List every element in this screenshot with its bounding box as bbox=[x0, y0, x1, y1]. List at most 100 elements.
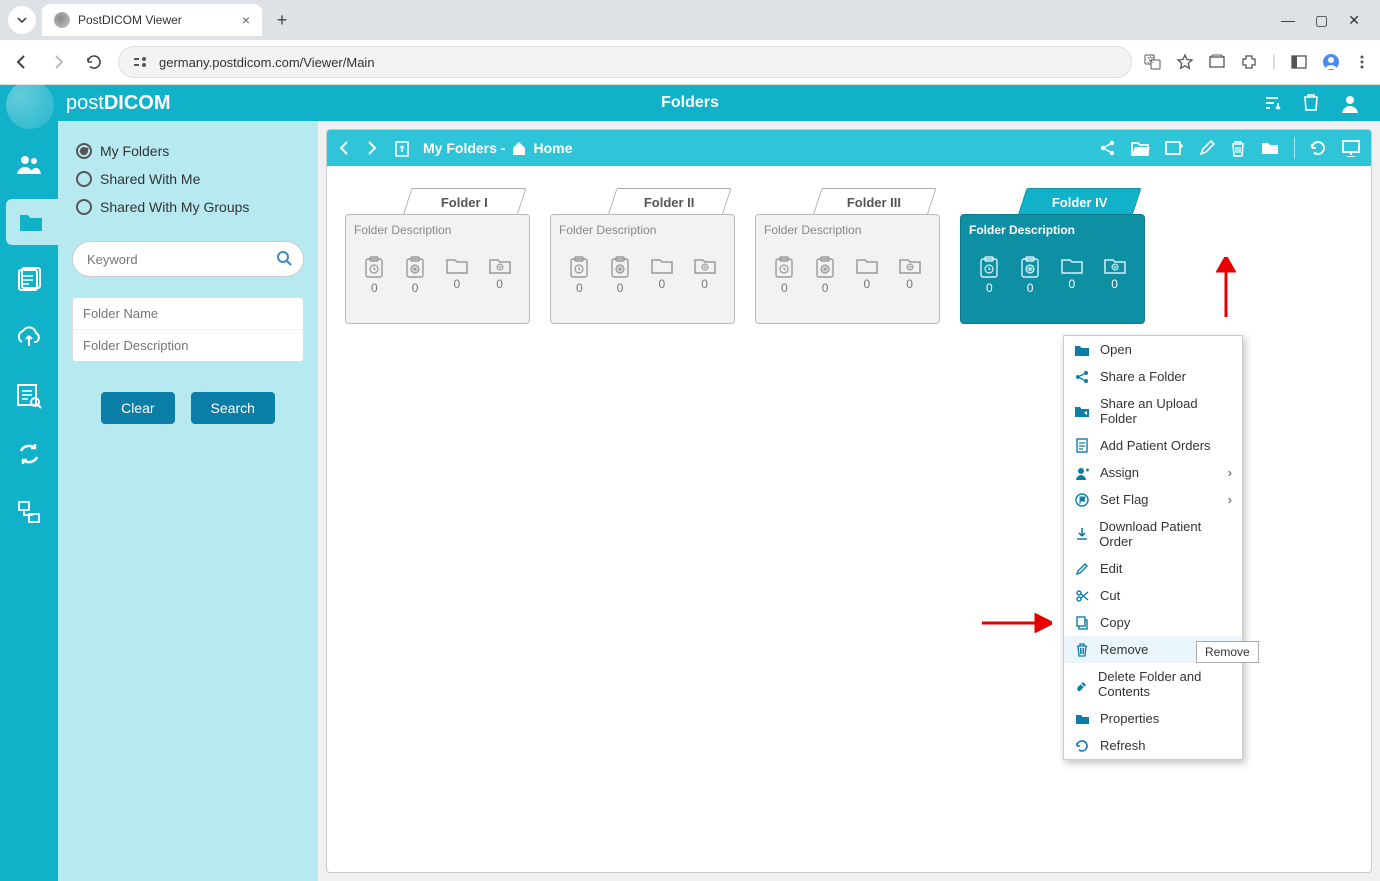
folder-stat: 0 bbox=[814, 255, 836, 295]
context-menu-label: Edit bbox=[1100, 561, 1122, 576]
radio-shared-with-groups[interactable]: Shared With My Groups bbox=[72, 193, 304, 221]
folder-stat: 0 bbox=[1103, 255, 1127, 295]
page-title: Folders bbox=[661, 94, 719, 112]
radio-my-folders[interactable]: My Folders bbox=[72, 137, 304, 165]
url-input[interactable]: germany.postdicom.com/Viewer/Main bbox=[118, 46, 1132, 78]
translate-icon[interactable]: 文 bbox=[1144, 53, 1162, 71]
breadcrumb-home[interactable]: Home bbox=[533, 140, 572, 156]
context-menu-item[interactable]: Open bbox=[1064, 336, 1242, 363]
address-bar: germany.postdicom.com/Viewer/Main 文 | bbox=[0, 40, 1380, 84]
folder-stat: 0 bbox=[1019, 255, 1041, 295]
folder-stat: 0 bbox=[568, 255, 590, 295]
breadcrumb: My Folders - Home bbox=[423, 140, 572, 156]
menu-icon[interactable] bbox=[1354, 54, 1370, 70]
tab-close-button[interactable]: × bbox=[242, 12, 250, 28]
user-icon[interactable] bbox=[1340, 93, 1360, 113]
user-icon bbox=[1074, 466, 1090, 480]
maximize-button[interactable]: ▢ bbox=[1315, 12, 1328, 29]
url-text: germany.postdicom.com/Viewer/Main bbox=[159, 55, 375, 70]
rail-sync[interactable] bbox=[6, 431, 52, 477]
site-settings-icon bbox=[133, 55, 149, 69]
reload-button[interactable] bbox=[82, 50, 106, 74]
context-menu-item[interactable]: Refresh bbox=[1064, 732, 1242, 759]
folder-solid-icon bbox=[1074, 713, 1090, 725]
sort-icon[interactable] bbox=[1262, 93, 1282, 113]
context-menu-item[interactable]: Share an Upload Folder bbox=[1064, 390, 1242, 432]
tab-list-dropdown[interactable] bbox=[8, 6, 36, 34]
share-icon[interactable] bbox=[1098, 139, 1116, 157]
rail-upload[interactable] bbox=[6, 315, 52, 361]
context-menu-item[interactable]: Download Patient Order bbox=[1064, 513, 1242, 555]
new-folder-icon[interactable] bbox=[1164, 139, 1184, 157]
context-menu-item[interactable]: Copy bbox=[1064, 609, 1242, 636]
folder-card[interactable]: Folder IV Folder Description 0000 bbox=[960, 184, 1145, 324]
tab-title: PostDICOM Viewer bbox=[78, 13, 182, 27]
browser-tab[interactable]: PostDICOM Viewer × bbox=[42, 4, 262, 36]
presentation-icon[interactable] bbox=[1341, 139, 1361, 157]
folder-stat: 0 bbox=[488, 255, 512, 295]
delete-trash-icon[interactable] bbox=[1230, 139, 1246, 157]
context-menu-label: Set Flag bbox=[1100, 492, 1148, 507]
folder-card[interactable]: Folder II Folder Description 0000 bbox=[550, 184, 735, 324]
folder-card[interactable]: Folder III Folder Description 0000 bbox=[755, 184, 940, 324]
tab-favicon bbox=[54, 12, 70, 28]
side-panel-icon[interactable] bbox=[1290, 53, 1308, 71]
rail-network[interactable] bbox=[6, 489, 52, 535]
folder-description-input[interactable] bbox=[73, 330, 303, 361]
context-menu-label: Assign bbox=[1100, 465, 1139, 480]
folder-nav-icon[interactable] bbox=[1260, 140, 1280, 156]
close-window-button[interactable]: ✕ bbox=[1348, 12, 1360, 29]
folder-stat: 0 bbox=[898, 255, 922, 295]
rail-studies[interactable] bbox=[6, 257, 52, 303]
nav-back-icon[interactable] bbox=[337, 139, 351, 157]
edit-pencil-icon[interactable] bbox=[1198, 139, 1216, 157]
context-menu-label: Cut bbox=[1100, 588, 1120, 603]
profile-icon[interactable] bbox=[1322, 53, 1340, 71]
left-rail bbox=[0, 85, 58, 881]
extensions-icon[interactable] bbox=[1240, 53, 1258, 71]
context-menu-item[interactable]: Delete Folder and Contents bbox=[1064, 663, 1242, 705]
context-menu-label: Remove bbox=[1100, 642, 1148, 657]
toolbar-icon-1[interactable] bbox=[1208, 53, 1226, 71]
folder-name-input[interactable] bbox=[73, 298, 303, 330]
folder-description: Folder Description bbox=[764, 223, 931, 237]
annotation-arrow-1 bbox=[1216, 257, 1236, 317]
open-folder-icon[interactable] bbox=[1130, 139, 1150, 157]
rail-folders[interactable] bbox=[6, 199, 64, 245]
search-icon[interactable] bbox=[276, 250, 292, 266]
context-menu-item[interactable]: Properties bbox=[1064, 705, 1242, 732]
folder-stat: 0 bbox=[609, 255, 631, 295]
bookmark-star-icon[interactable] bbox=[1176, 53, 1194, 71]
context-menu-item[interactable]: Edit bbox=[1064, 555, 1242, 582]
folder-share-icon bbox=[1074, 404, 1090, 418]
folder-icon bbox=[1074, 343, 1090, 357]
window-controls: — ▢ ✕ bbox=[1281, 12, 1372, 29]
context-menu-label: Delete Folder and Contents bbox=[1098, 669, 1232, 699]
keyword-search-input[interactable] bbox=[72, 241, 304, 277]
new-tab-button[interactable]: + bbox=[268, 6, 296, 34]
context-menu-item[interactable]: Assign› bbox=[1064, 459, 1242, 486]
refresh-icon[interactable] bbox=[1309, 139, 1327, 157]
folder-stat: 0 bbox=[855, 255, 879, 295]
folder-card[interactable]: Folder I Folder Description 0000 bbox=[345, 184, 530, 324]
search-button[interactable]: Search bbox=[191, 392, 275, 424]
nav-up-icon[interactable] bbox=[393, 139, 411, 157]
clear-button[interactable]: Clear bbox=[101, 392, 174, 424]
folder-tab: Folder II bbox=[607, 188, 731, 216]
context-menu-item[interactable]: Share a Folder bbox=[1064, 363, 1242, 390]
nav-forward-icon[interactable] bbox=[365, 139, 379, 157]
context-menu-item[interactable]: Set Flag› bbox=[1064, 486, 1242, 513]
folder-tab: Folder I bbox=[402, 188, 526, 216]
back-button[interactable] bbox=[10, 50, 34, 74]
context-menu-item[interactable]: Add Patient Orders bbox=[1064, 432, 1242, 459]
rail-worklist[interactable] bbox=[6, 373, 52, 419]
context-menu-item[interactable]: Cut bbox=[1064, 582, 1242, 609]
rail-users[interactable] bbox=[6, 141, 52, 187]
minimize-button[interactable]: — bbox=[1281, 12, 1295, 29]
radio-shared-with-me[interactable]: Shared With Me bbox=[72, 165, 304, 193]
recycle-bin-icon[interactable] bbox=[1302, 93, 1320, 113]
svg-text:文: 文 bbox=[1147, 55, 1154, 64]
copy-icon bbox=[1074, 616, 1090, 630]
folder-body: Folder Description 0000 bbox=[345, 214, 530, 324]
forward-button[interactable] bbox=[46, 50, 70, 74]
